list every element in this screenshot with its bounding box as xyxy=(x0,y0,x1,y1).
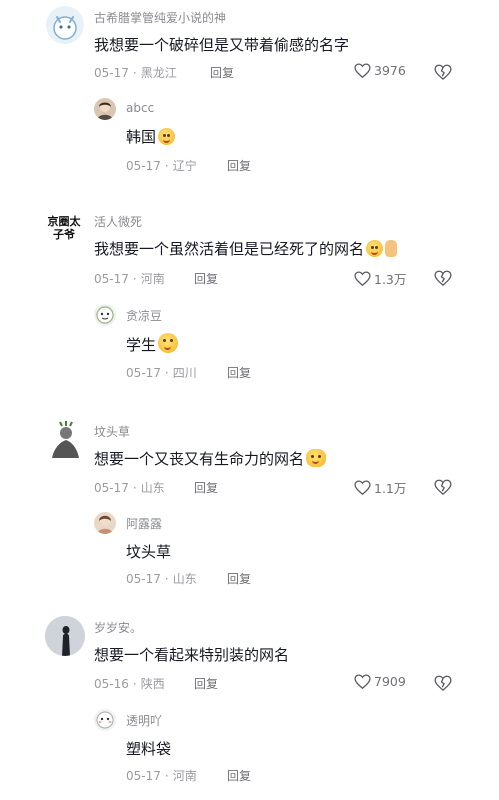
comment-meta: 05-17 · 河南 xyxy=(94,272,165,286)
comment-region: 河南 xyxy=(140,272,165,286)
like-button[interactable]: 3976 xyxy=(354,63,406,78)
like-count: 3976 xyxy=(374,63,406,78)
reply-button[interactable]: 回复 xyxy=(194,270,218,287)
heart-outline-icon xyxy=(354,271,371,286)
avatar[interactable] xyxy=(46,420,84,460)
comment-region: 黑龙江 xyxy=(140,66,177,80)
heart-outline-icon xyxy=(354,674,371,689)
comment-date: 05-17 xyxy=(94,272,129,286)
comment-username[interactable]: 古希腊掌管纯爱小说的神 xyxy=(94,9,226,26)
like-button[interactable]: 1.1万 xyxy=(354,478,406,497)
comment-date: 05-17 xyxy=(94,66,129,80)
comment-meta: 05-16 · 陕西 xyxy=(94,677,165,691)
comment-text: 想要一个又丧又有生命力的网名 xyxy=(94,448,327,469)
comment-region: 陕西 xyxy=(140,677,165,691)
reply-username[interactable]: abcc xyxy=(126,101,154,115)
comment-date: 05-16 xyxy=(94,677,129,691)
reply-button[interactable]: 回复 xyxy=(210,64,234,81)
emoji-icon xyxy=(158,128,176,145)
avatar[interactable]: 京圈太子爷 xyxy=(44,212,86,250)
like-count: 1.1万 xyxy=(374,481,407,496)
comment-username[interactable]: 岁岁安。 xyxy=(94,619,142,636)
avatar-text: 京圈太子爷 xyxy=(47,215,81,241)
reply-date: 05-17 xyxy=(126,572,161,586)
reply-region: 辽宁 xyxy=(172,159,197,173)
broken-heart-icon[interactable] xyxy=(434,64,452,80)
reply-username[interactable]: 阿露露 xyxy=(126,515,162,532)
broken-heart-icon[interactable] xyxy=(434,675,452,691)
avatar[interactable] xyxy=(46,6,84,44)
reply-button[interactable]: 回复 xyxy=(227,157,251,174)
broken-heart-icon[interactable] xyxy=(434,479,452,495)
reply-date: 05-17 xyxy=(126,159,161,173)
reply-button[interactable]: 回复 xyxy=(227,364,251,381)
heart-outline-icon xyxy=(354,63,371,78)
comment-region: 山东 xyxy=(140,481,165,495)
reply-meta: 05-17 · 山东 xyxy=(126,572,197,586)
hand-emoji-icon xyxy=(385,240,398,257)
reply-username[interactable]: 透明吖 xyxy=(126,712,162,729)
reply-text: 韩国 xyxy=(126,126,176,147)
avatar[interactable] xyxy=(94,512,116,534)
reply-meta: 05-17 · 辽宁 xyxy=(126,159,197,173)
reply-date: 05-17 xyxy=(126,366,161,380)
reply-meta: 05-17 · 河南 xyxy=(126,769,197,783)
like-count: 1.3万 xyxy=(374,272,407,287)
like-button[interactable]: 7909 xyxy=(354,674,406,689)
avatar[interactable] xyxy=(94,304,116,326)
reply-button[interactable]: 回复 xyxy=(194,479,218,496)
heart-outline-icon xyxy=(354,480,371,495)
comment-text: 想要一个看起来特别装的网名 xyxy=(94,646,290,664)
reply-text: 坟头草 xyxy=(126,543,172,561)
reply-meta: 05-17 · 四川 xyxy=(126,366,197,380)
like-count: 7909 xyxy=(374,674,406,689)
comment-text: 我想要一个虽然活着但是已经死了的网名 xyxy=(94,238,398,259)
reply-region: 河南 xyxy=(172,769,197,783)
like-button[interactable]: 1.3万 xyxy=(354,269,406,288)
emoji-icon xyxy=(158,333,179,353)
comment-meta: 05-17 · 黑龙江 xyxy=(94,66,177,80)
emoji-icon xyxy=(366,240,384,257)
comment-date: 05-17 xyxy=(94,481,129,495)
comment-text: 我想要一个破碎但是又带着偷感的名字 xyxy=(94,36,350,54)
reply-username[interactable]: 贪凉豆 xyxy=(126,307,162,324)
reply-region: 四川 xyxy=(172,366,197,380)
comment-meta: 05-17 · 山东 xyxy=(94,481,165,495)
reply-button[interactable]: 回复 xyxy=(227,767,251,784)
emoji-icon xyxy=(306,449,327,467)
reply-text: 学生 xyxy=(126,333,179,355)
reply-button[interactable]: 回复 xyxy=(227,570,251,587)
broken-heart-icon[interactable] xyxy=(434,270,452,286)
reply-button[interactable]: 回复 xyxy=(194,675,218,692)
avatar[interactable] xyxy=(94,709,116,731)
comment-username[interactable]: 坟头草 xyxy=(94,423,130,440)
avatar[interactable] xyxy=(94,98,116,120)
reply-region: 山东 xyxy=(172,572,197,586)
comment-username[interactable]: 活人微死 xyxy=(94,213,142,230)
avatar[interactable] xyxy=(45,616,85,656)
reply-date: 05-17 xyxy=(126,769,161,783)
reply-text: 塑料袋 xyxy=(126,740,172,758)
